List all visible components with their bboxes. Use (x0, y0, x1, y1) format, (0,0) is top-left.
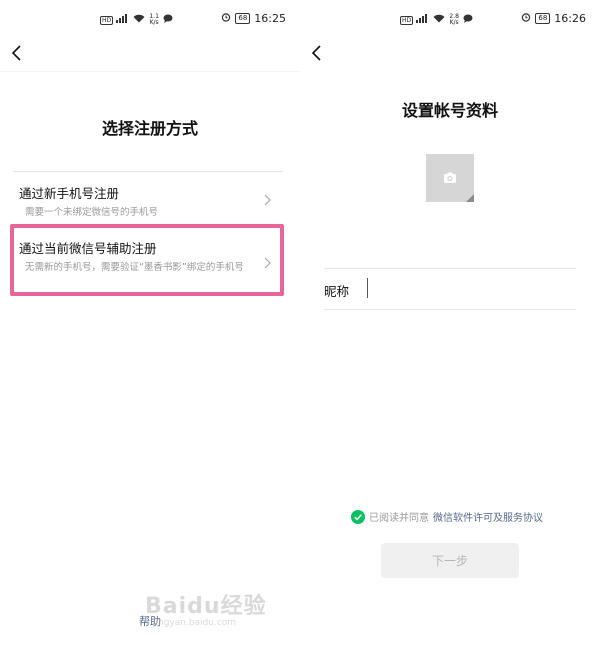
nickname-label: 昵称 (324, 284, 350, 299)
network-speed: 2.8 K/s (448, 14, 460, 26)
wifi-icon (133, 14, 145, 26)
option-new-phone[interactable]: 通过新手机号注册 需要一个未绑定微信号的手机号 (10, 172, 284, 224)
camera-icon (444, 172, 474, 202)
avatar-upload[interactable] (426, 154, 474, 202)
back-button[interactable] (8, 42, 28, 64)
agreement-prefix: 已阅读并同意 (369, 513, 429, 524)
chat-bubble-icon (463, 14, 473, 26)
status-right: 68 16:25 (221, 12, 286, 25)
watermark-text: Baidu经验 (145, 594, 267, 619)
hd-badge: HD (400, 15, 414, 25)
wifi-icon (433, 14, 445, 26)
status-bar: HD 1.1 K/s 68 16:25 (100, 12, 290, 30)
nickname-bottom-divider (324, 309, 576, 310)
agreement-row: 已阅读并同意 微信软件许可及服务协议 (351, 509, 543, 524)
signal-icon (416, 14, 430, 26)
highlight-annotation-box (10, 224, 284, 296)
check-circle-icon[interactable] (351, 509, 365, 524)
network-speed: 1.1 K/s (148, 14, 160, 26)
alarm-icon (521, 12, 531, 25)
alarm-icon (221, 12, 231, 25)
chevron-right-icon (264, 194, 271, 206)
option-description: 需要一个未绑定微信号的手机号 (25, 207, 159, 218)
page-title: 设置帐号资料 (401, 101, 498, 120)
page-title: 选择注册方式 (101, 119, 198, 138)
status-right: 68 16:26 (521, 12, 586, 25)
chevron-left-icon (11, 45, 21, 61)
speed-unit: K/s (149, 19, 159, 26)
nickname-top-divider (324, 268, 576, 269)
status-icons: HD 2.8 K/s (400, 14, 473, 26)
clock-time: 16:26 (554, 12, 586, 25)
battery-indicator: 68 (235, 13, 251, 24)
speed-unit: K/s (449, 19, 459, 26)
profile-setup-screen: HD 2.8 K/s 68 16:26 设置帐号资料 昵称 已阅读并同意 微信软… (300, 0, 600, 650)
watermark-subtext: jingyan.baidu.com (153, 618, 237, 628)
register-method-screen: HD 1.1 K/s 68 16:25 选择注册方式 通过新手机号注册 需要一个… (0, 0, 300, 650)
header-divider (0, 71, 300, 72)
chevron-left-icon (311, 45, 321, 61)
hd-badge: HD (100, 15, 114, 25)
option-title: 通过新手机号注册 (19, 186, 120, 201)
back-button[interactable] (308, 42, 328, 64)
baidu-watermark: Baidu经验 jingyan.baidu.com (145, 588, 290, 638)
battery-indicator: 68 (535, 13, 551, 24)
status-bar: HD 2.8 K/s 68 16:26 (400, 12, 590, 30)
nickname-input[interactable] (367, 278, 576, 298)
status-icons: HD 1.1 K/s (100, 14, 173, 26)
agreement-link[interactable]: 微信软件许可及服务协议 (433, 509, 543, 524)
next-button[interactable]: 下一步 (381, 543, 519, 578)
signal-icon (116, 14, 130, 26)
clock-time: 16:25 (254, 12, 286, 25)
chat-bubble-icon (163, 14, 173, 26)
